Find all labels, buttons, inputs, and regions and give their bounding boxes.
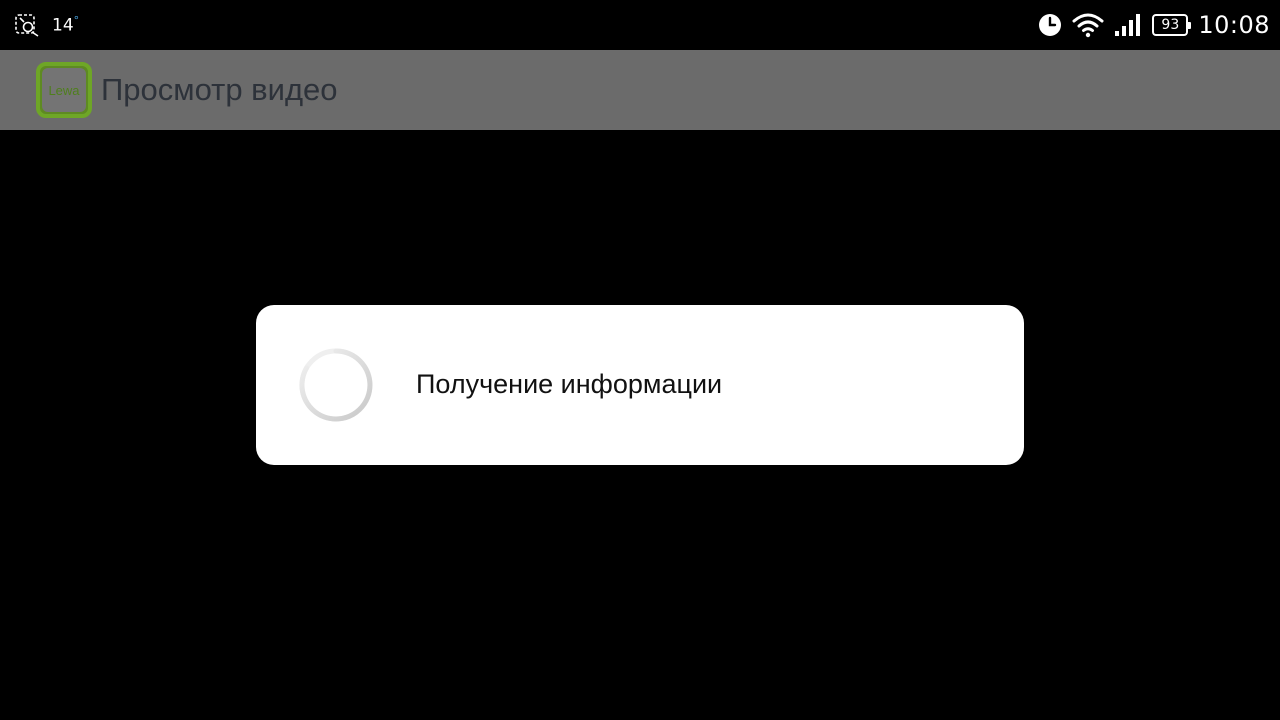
dialog-message: Получение информации <box>416 369 723 399</box>
weather-icon <box>14 12 40 38</box>
status-bar-left: 14° <box>14 10 79 40</box>
progress-dialog: Получение информации <box>256 305 1024 465</box>
progress-spinner-icon <box>298 347 374 423</box>
alarm-clock-icon <box>1038 13 1062 37</box>
status-bar-right: 93 10:08 <box>1038 8 1270 42</box>
temperature-value: 14 <box>52 15 74 36</box>
status-bar: 14° 93 10:08 <box>0 0 1280 50</box>
temperature-unit: ° <box>73 14 80 28</box>
app-logo-mark: Lewa <box>42 68 86 112</box>
status-clock: 10:08 <box>1198 11 1270 39</box>
screen: 14° 93 10:08 Lewa Просмотр видео Получен… <box>0 0 1280 720</box>
battery-level: 93 <box>1161 17 1180 33</box>
app-logo-text: Lewa <box>48 82 80 98</box>
app-logo[interactable]: Lewa <box>36 62 92 118</box>
signal-icon <box>1114 13 1142 37</box>
temperature: 14° <box>52 14 79 36</box>
action-bar: Lewa Просмотр видео <box>0 50 1280 130</box>
wifi-icon <box>1072 12 1104 38</box>
page-title: Просмотр видео <box>101 72 338 107</box>
battery-icon: 93 <box>1152 14 1192 36</box>
